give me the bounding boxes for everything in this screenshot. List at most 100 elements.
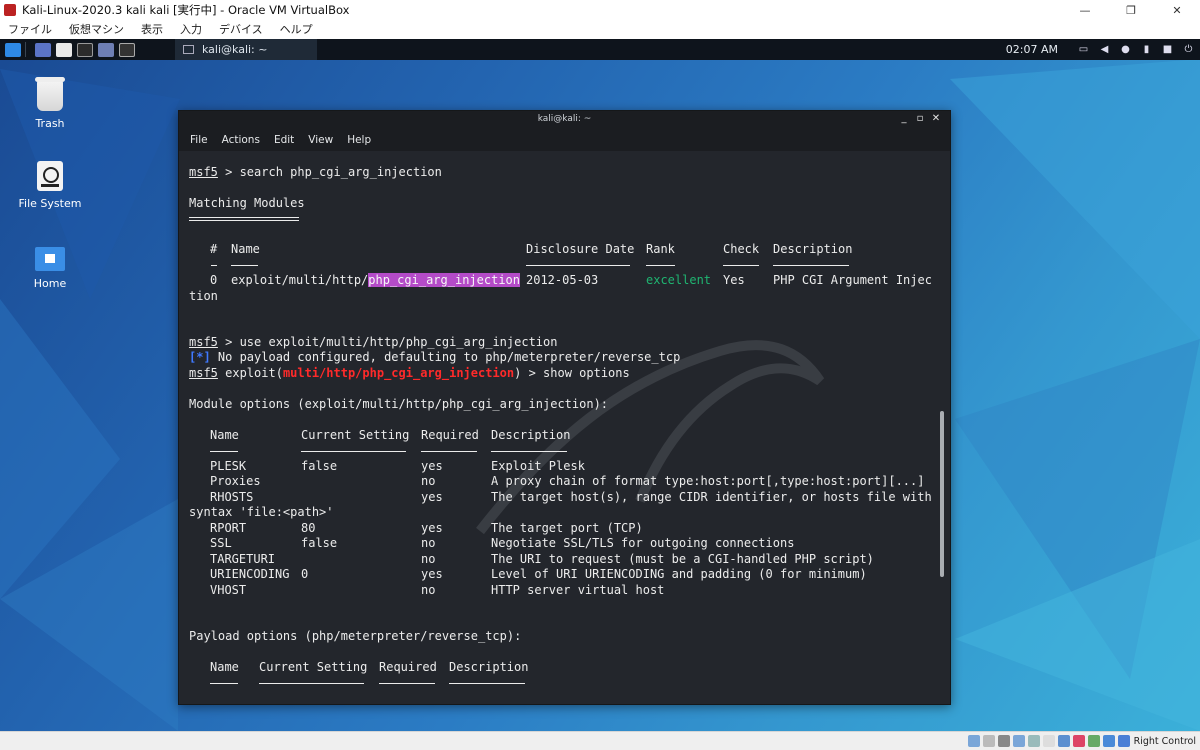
terminal-maximize-button[interactable]: ▫ <box>912 113 928 124</box>
volume-icon[interactable]: ◀ <box>1099 44 1110 55</box>
option-required: no <box>421 474 436 488</box>
audio-icon[interactable] <box>997 735 1010 747</box>
taskbar-terminal-item[interactable]: kali@kali: ~ <box>175 39 317 60</box>
col-desc-header: Description <box>773 242 853 256</box>
file-manager-icon[interactable] <box>56 42 72 57</box>
menu-machine[interactable]: 仮想マシン <box>69 21 124 37</box>
row-check: Yes <box>723 273 745 287</box>
kali-menu-icon[interactable] <box>5 42 21 57</box>
header-underline <box>301 451 406 452</box>
terminal-window[interactable]: kali@kali: ~ _ ▫ ✕ File Actions Edit Vie… <box>178 110 951 705</box>
option-required: no <box>421 583 436 597</box>
option-name: RPORT <box>210 521 247 535</box>
kali-dragon-watermark <box>476 340 825 535</box>
power-icon[interactable]: ⏻ <box>1183 44 1194 55</box>
panel-clock[interactable]: 02:07 AM <box>1006 43 1058 56</box>
terminal-menu-view[interactable]: View <box>308 134 333 146</box>
option-description: The URI to request (must be a CGI-handle… <box>491 552 874 566</box>
mouse-integration-icon[interactable] <box>1102 735 1115 747</box>
payload-options-heading: Payload options (php/meterpreter/reverse… <box>189 629 522 643</box>
display-icon[interactable] <box>1057 735 1070 747</box>
header-underline <box>210 683 238 684</box>
option-setting: false <box>301 459 338 473</box>
terminal-titlebar[interactable]: kali@kali: ~ _ ▫ ✕ <box>179 111 950 129</box>
info-tag: [*] <box>189 350 211 364</box>
exploit-suffix: ) > show options <box>514 366 630 380</box>
browser-launcher-icon[interactable] <box>98 42 114 57</box>
kali-top-panel: kali@kali: ~ 02:07 AM ▭ ◀ ● ▮ ■ ⏻ <box>0 39 1200 60</box>
minimize-button[interactable]: — <box>1062 0 1108 20</box>
battery-icon[interactable]: ▮ <box>1141 44 1152 55</box>
recording-icon[interactable] <box>1072 735 1085 747</box>
row-description-wrap: tion <box>189 289 218 303</box>
col-num-header: # <box>210 242 218 256</box>
header-underline <box>210 451 238 452</box>
payload-name-header: Name <box>210 660 239 674</box>
row-rank: excellent <box>646 273 712 287</box>
option-required: no <box>421 536 436 550</box>
header-underline <box>259 683 364 684</box>
option-setting: 0 <box>301 567 309 581</box>
lock-icon[interactable]: ■ <box>1162 44 1173 55</box>
terminal-scrollbar[interactable] <box>940 411 944 577</box>
restore-button[interactable]: ❐ <box>1108 0 1154 20</box>
cmd-use-text: > use exploit/multi/http/php_cgi_arg_inj… <box>217 335 558 349</box>
option-description-wrap: syntax 'file:<path>' <box>189 505 334 519</box>
option-name: URIENCODING <box>210 567 290 581</box>
close-button[interactable]: ✕ <box>1154 0 1200 20</box>
option-required: yes <box>421 459 443 473</box>
option-required: no <box>421 552 436 566</box>
usb-icon[interactable] <box>1027 735 1040 747</box>
notification-icon[interactable]: ● <box>1120 44 1131 55</box>
show-desktop-icon[interactable] <box>35 42 51 57</box>
guest-desktop: kali@kali: ~ 02:07 AM ▭ ◀ ● ▮ ■ ⏻ Trash … <box>0 39 1200 731</box>
option-name: PLESK <box>210 459 247 473</box>
terminal-menu-actions[interactable]: Actions <box>222 134 260 146</box>
shared-folders-icon[interactable] <box>1042 735 1055 747</box>
desktop-icon-home[interactable]: Home <box>10 247 90 290</box>
module-options-heading: Module options (exploit/multi/http/php_c… <box>189 397 609 411</box>
matching-modules-heading: Matching Modules <box>189 196 305 210</box>
host-key-icon <box>1117 735 1130 747</box>
msf-prompt: msf5 <box>189 366 218 380</box>
workspace-icon[interactable] <box>119 42 135 57</box>
terminal-menu-file[interactable]: File <box>190 134 208 146</box>
option-name: RHOSTS <box>210 490 254 504</box>
header-underline <box>421 451 477 452</box>
cmd-show-options-line: msf5 exploit(multi/http/php_cgi_arg_inje… <box>189 366 630 382</box>
option-setting: 80 <box>301 521 316 535</box>
network-icon[interactable] <box>1012 735 1025 747</box>
cpu-icon[interactable] <box>1087 735 1100 747</box>
row-module-name[interactable]: exploit/multi/http/php_cgi_arg_injection <box>231 273 520 289</box>
terminal-menu-edit[interactable]: Edit <box>274 134 294 146</box>
heading-double-rule <box>189 220 299 221</box>
info-line: [*] No payload configured, defaulting to… <box>189 350 680 366</box>
virtualbox-app-icon <box>4 4 16 16</box>
row-num: 0 <box>210 273 218 287</box>
col-rank-header: Rank <box>646 242 675 256</box>
payload-desc-header: Description <box>449 660 529 674</box>
menu-view[interactable]: 表示 <box>141 21 163 37</box>
menu-file[interactable]: ファイル <box>8 21 52 37</box>
terminal-close-button[interactable]: ✕ <box>928 113 944 124</box>
payload-required-header: Required <box>379 660 437 674</box>
menu-input[interactable]: 入力 <box>180 21 202 37</box>
terminal-launcher-icon[interactable] <box>77 42 93 57</box>
terminal-output[interactable]: msf5 > search php_cgi_arg_injection Matc… <box>179 151 950 704</box>
menu-help[interactable]: ヘルプ <box>280 21 313 37</box>
msf-prompt: msf5 <box>189 165 218 179</box>
hard-disk-icon[interactable] <box>967 735 980 747</box>
desktop-icon-file-system[interactable]: File System <box>10 161 90 210</box>
col-check-header: Check <box>723 242 760 256</box>
row-date: 2012-05-03 <box>526 273 599 287</box>
option-description: Negotiate SSL/TLS for outgoing connectio… <box>491 536 795 550</box>
desktop-icon-trash[interactable]: Trash <box>10 77 90 130</box>
terminal-minimize-button[interactable]: _ <box>896 113 912 124</box>
desktop-icon-label: Trash <box>35 117 65 130</box>
terminal-icon <box>183 45 194 54</box>
display-icon[interactable]: ▭ <box>1078 44 1089 55</box>
option-required: yes <box>421 521 443 535</box>
terminal-menu-help[interactable]: Help <box>347 134 371 146</box>
menu-devices[interactable]: デバイス <box>219 21 263 37</box>
optical-drive-icon[interactable] <box>982 735 995 747</box>
